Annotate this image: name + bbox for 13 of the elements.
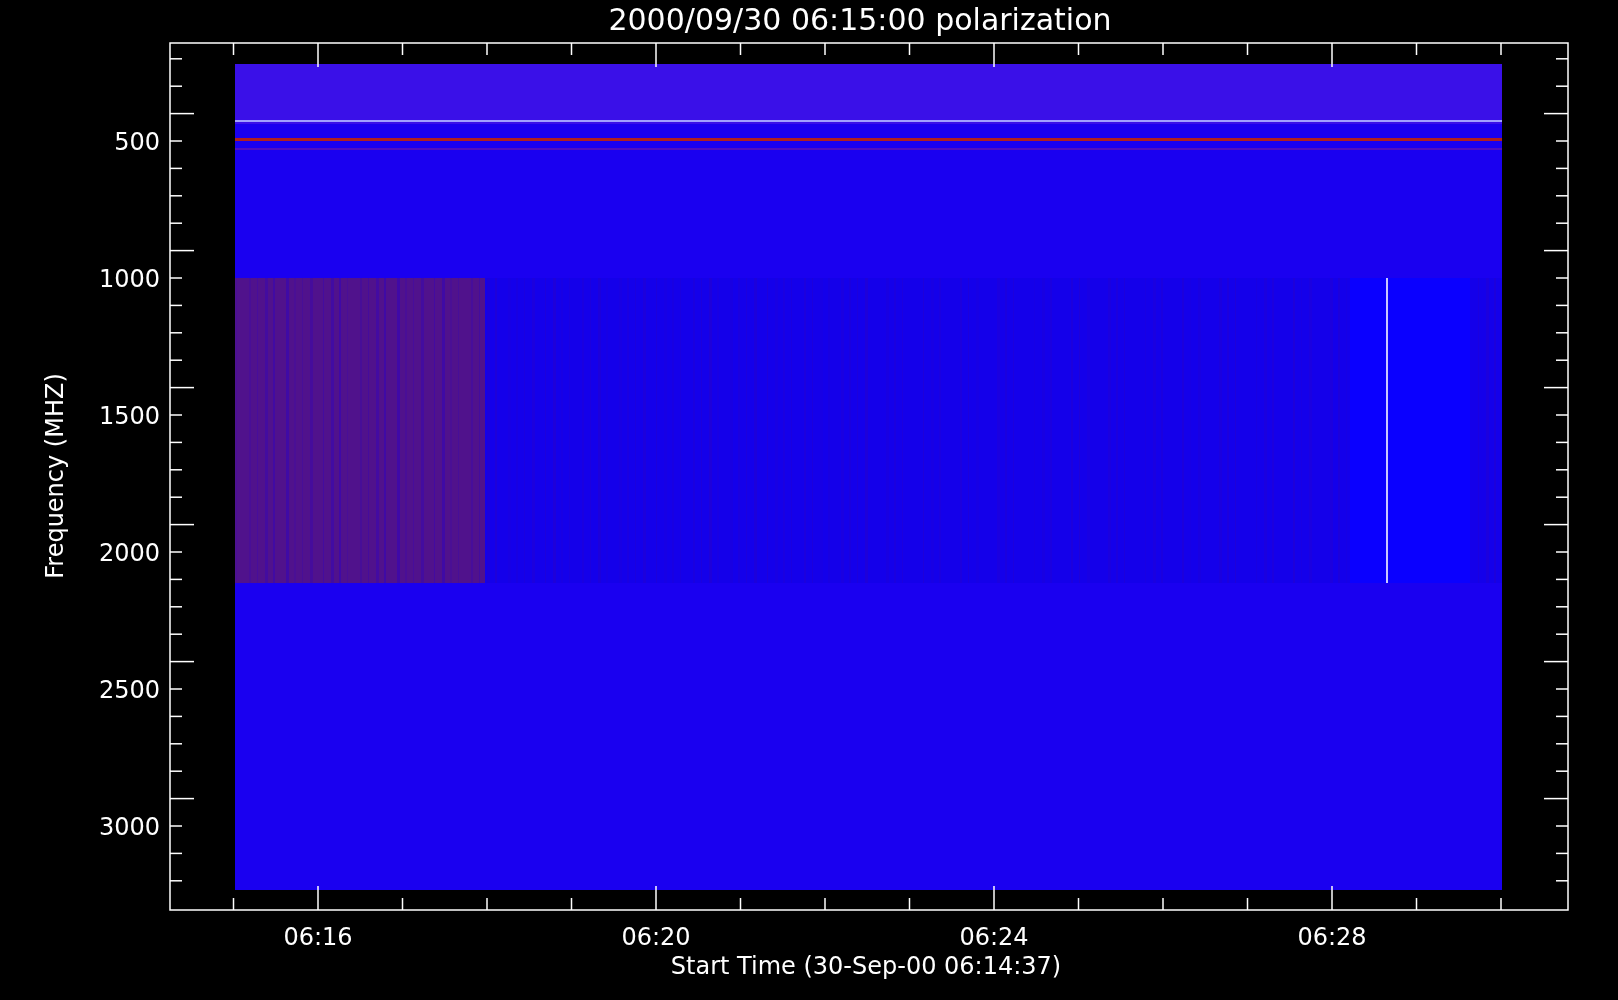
y-tick-label: 2500 xyxy=(98,676,160,704)
y-axis-label: Frequency (MHZ) xyxy=(41,373,69,579)
x-tick-label: 06:16 xyxy=(283,923,353,951)
y-tick-label: 3000 xyxy=(98,813,160,841)
y-tick-label: 500 xyxy=(114,128,160,156)
x-axis-label: Start Time (30-Sep-00 06:14:37) xyxy=(670,952,1062,980)
y-tick-label: 1500 xyxy=(98,402,160,430)
plot-title: 2000/09/30 06:15:00 polarization xyxy=(608,2,1112,37)
x-tick-label: 06:20 xyxy=(621,923,691,951)
y-tick-label: 1000 xyxy=(98,265,160,293)
x-tick-label: 06:24 xyxy=(959,923,1029,951)
y-tick-label: 2000 xyxy=(98,539,160,567)
x-tick-label: 06:28 xyxy=(1297,923,1367,951)
